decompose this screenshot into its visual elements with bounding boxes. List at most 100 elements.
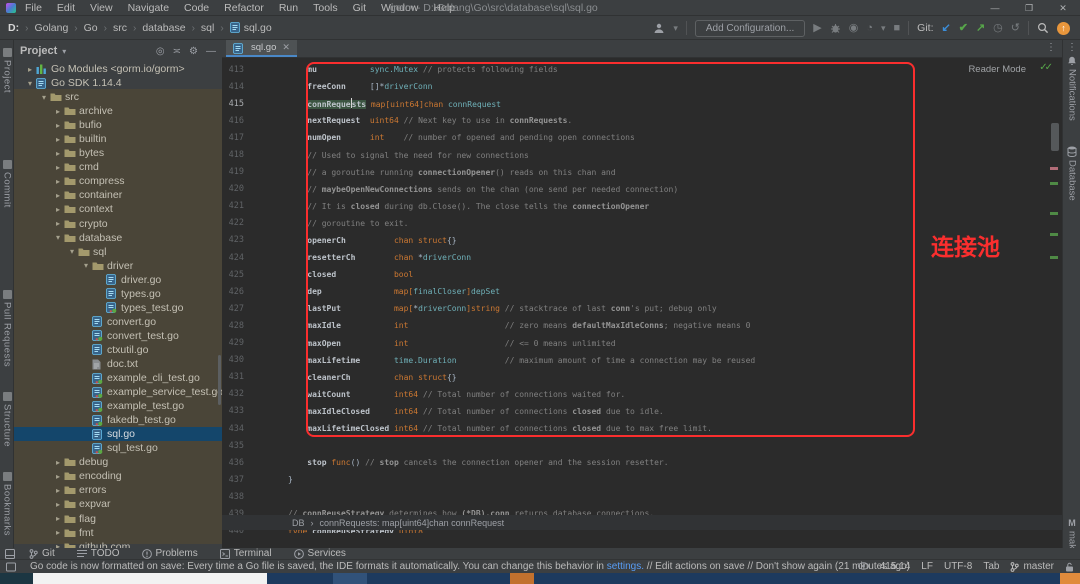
menu-edit[interactable]: Edit (57, 2, 75, 14)
breadcrumb-field[interactable]: connRequests: map[uint64]chan connReques… (320, 518, 505, 528)
tree-item-driver[interactable]: ▾driver (14, 259, 222, 273)
breadcrumb-item[interactable]: sql.go (230, 22, 272, 34)
code-line-433[interactable]: 433 maxIdleClosed int64 // Total number … (222, 403, 1062, 420)
tree-chevron-icon[interactable]: ▸ (52, 163, 64, 172)
code-line-417[interactable]: 417 numOpen int // number of opened and … (222, 129, 1062, 146)
lock-icon[interactable] (1065, 562, 1074, 572)
tree-chevron-icon[interactable]: ▸ (52, 514, 64, 523)
tree-item-types-test-go[interactable]: types_test.go (14, 301, 222, 315)
tree-item-convert-go[interactable]: convert.go (14, 315, 222, 329)
tree-item-convert-test-go[interactable]: convert_test.go (14, 329, 222, 343)
tree-item-types-go[interactable]: types.go (14, 287, 222, 301)
tree-item-sql-go[interactable]: sql.go (14, 427, 222, 441)
git-commit-icon[interactable]: ✔ (959, 21, 968, 35)
tree-item-errors[interactable]: ▸errors (14, 483, 222, 497)
tree-item-ctxutil-go[interactable]: ctxutil.go (14, 343, 222, 357)
tree-item-go-sdk-1-14-4[interactable]: ▾Go SDK 1.14.4 (14, 76, 222, 90)
tree-chevron-icon[interactable]: ▸ (52, 107, 64, 116)
tree-item-debug[interactable]: ▸debug (14, 455, 222, 469)
code-line-413[interactable]: 413 mu sync.Mutex // protects following … (222, 61, 1062, 78)
tree-chevron-icon[interactable]: ▸ (52, 458, 64, 467)
coverage-icon[interactable]: ◉ (849, 21, 859, 35)
tool-stripe-notifications[interactable]: Notifications (1063, 56, 1080, 121)
git-update-icon[interactable]: ↙ (942, 21, 951, 35)
code-line-436[interactable]: 436 stop func() // stop cancels the conn… (222, 454, 1062, 471)
tree-item-flag[interactable]: ▸flag (14, 512, 222, 526)
editor-body[interactable]: 413 mu sync.Mutex // protects following … (222, 58, 1062, 533)
tree-item-context[interactable]: ▸context (14, 202, 222, 216)
stripe-options-icon[interactable]: ⋮ (1063, 42, 1080, 53)
tree-item-expvar[interactable]: ▸expvar (14, 497, 222, 511)
tool-stripe-commit[interactable]: Commit (0, 160, 14, 208)
tree-chevron-icon[interactable]: ▸ (52, 205, 64, 214)
tool-stripe-project[interactable]: Project (0, 48, 14, 93)
code-line-428[interactable]: 428 maxIdle int // zero means defaultMax… (222, 317, 1062, 334)
code-line-435[interactable]: 435 (222, 437, 1062, 454)
menu-file[interactable]: File (25, 2, 42, 14)
tree-chevron-icon[interactable]: ▸ (52, 135, 64, 144)
tree-item-fakedb-test-go[interactable]: fakedb_test.go (14, 413, 222, 427)
status-panel-icon[interactable] (6, 562, 16, 572)
tree-chevron-icon[interactable]: ▸ (52, 177, 64, 186)
tool-stripe-database[interactable]: Database (1063, 146, 1080, 201)
file-encoding[interactable]: UTF-8 (944, 561, 972, 572)
maximize-button[interactable]: ❐ (1012, 0, 1046, 16)
code-line-438[interactable]: 438 (222, 488, 1062, 505)
stop-icon[interactable]: ■ (894, 21, 901, 35)
tree-item-example-test-go[interactable]: example_test.go (14, 399, 222, 413)
tree-chevron-icon[interactable]: ▾ (24, 79, 36, 88)
tree-item-src[interactable]: ▾src (14, 90, 222, 104)
tree-item-example-cli-test-go[interactable]: example_cli_test.go (14, 371, 222, 385)
code-line-420[interactable]: 420 // maybeOpenNewConnections sends on … (222, 181, 1062, 198)
tree-chevron-icon[interactable]: ▸ (52, 121, 64, 130)
run-dropdown-icon[interactable]: ▾ (881, 21, 886, 35)
code-area[interactable]: 413 mu sync.Mutex // protects following … (222, 61, 1062, 533)
code-line-416[interactable]: 416 nextRequest uint64 // Next key to us… (222, 112, 1062, 129)
caret-position[interactable]: 415:14 (880, 561, 911, 572)
code-line-421[interactable]: 421 // It is closed during db.Close(). T… (222, 198, 1062, 215)
menu-git[interactable]: Git (353, 2, 366, 14)
project-tree-scrollbar[interactable] (218, 355, 221, 405)
error-stripe[interactable] (1048, 58, 1060, 533)
tool-windows-toggle-icon[interactable] (5, 549, 15, 559)
tree-item-go-modules-gorm-io-gorm-[interactable]: ▸Go Modules <gorm.io/gorm> (14, 62, 222, 76)
tree-item-fmt[interactable]: ▸fmt (14, 526, 222, 540)
accessibility-icon[interactable] (858, 562, 869, 571)
add-configuration-button[interactable]: Add Configuration... (695, 20, 805, 37)
breadcrumb-item[interactable]: src (113, 22, 127, 34)
tool-bar-problems[interactable]: Problems (142, 548, 198, 559)
code-line-414[interactable]: 414 freeConn []*driverConn (222, 78, 1062, 95)
rollback-icon[interactable]: ↺ (1011, 21, 1020, 35)
tool-stripe-structure[interactable]: Structure (0, 392, 14, 447)
tool-stripe-pull-requests[interactable]: Pull Requests (0, 290, 14, 367)
tab-close-icon[interactable]: ✕ (282, 42, 290, 53)
breadcrumb-item[interactable]: Golang (34, 22, 68, 34)
tool-bar-terminal[interactable]: Terminal (220, 548, 272, 559)
tree-item-compress[interactable]: ▸compress (14, 174, 222, 188)
tree-item-database[interactable]: ▾database (14, 231, 222, 245)
tree-item-example-service-test-go[interactable]: example_service_test.go (14, 385, 222, 399)
minimize-button[interactable]: — (978, 0, 1012, 16)
menu-tools[interactable]: Tools (313, 2, 338, 14)
git-push-icon[interactable]: ↗ (976, 21, 985, 35)
tree-item-bytes[interactable]: ▸bytes (14, 146, 222, 160)
user-dropdown-icon[interactable]: ▾ (673, 21, 678, 35)
tree-item-crypto[interactable]: ▸crypto (14, 217, 222, 231)
panel-settings-icon[interactable]: ⚙ (189, 46, 198, 57)
breadcrumb-struct[interactable]: DB (292, 518, 305, 528)
profiler-icon[interactable]: ◔ (866, 21, 873, 35)
code-line-415[interactable]: 415 connRequests map[uint64]chan connReq… (222, 95, 1062, 112)
menu-view[interactable]: View (90, 2, 113, 14)
code-line-418[interactable]: 418 // Used to signal the need for new c… (222, 146, 1062, 163)
tree-chevron-icon[interactable]: ▾ (52, 233, 64, 242)
tree-chevron-icon[interactable]: ▸ (24, 65, 36, 74)
git-branch-widget[interactable]: master (1010, 561, 1054, 572)
tree-item-sql[interactable]: ▾sql (14, 245, 222, 259)
tree-item-container[interactable]: ▸container (14, 188, 222, 202)
editor-options-icon[interactable]: ⋮ (1046, 42, 1056, 53)
ide-update-badge-icon[interactable]: ↑ (1057, 22, 1070, 35)
breadcrumb-item[interactable]: D: (8, 22, 19, 34)
tree-item-builtin[interactable]: ▸builtin (14, 132, 222, 146)
code-line-431[interactable]: 431 cleanerCh chan struct{} (222, 369, 1062, 386)
tree-item-sql-test-go[interactable]: sql_test.go (14, 441, 222, 455)
